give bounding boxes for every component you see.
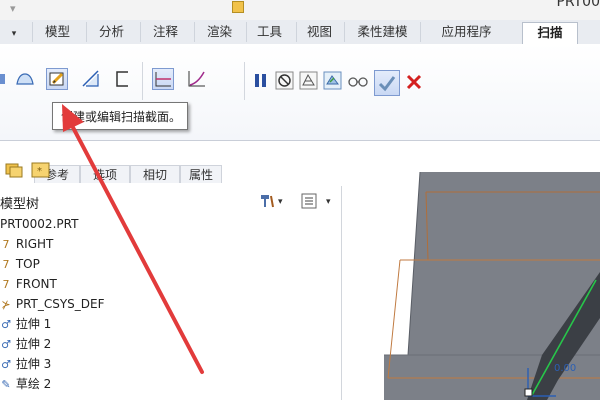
- verify-preview-button[interactable]: [322, 70, 344, 92]
- glasses-preview-button[interactable]: [346, 70, 368, 92]
- model-tree-title: 模型树: [0, 197, 40, 212]
- extrude-icon: ♂: [1, 358, 11, 371]
- separate-preview-button[interactable]: [298, 70, 320, 92]
- title-bar: ▾ PRT00: [0, 0, 600, 20]
- model-tree: PRT0002.PRT 7 RIGHT 7 TOP 7 FRONT ⊁ PRT_…: [0, 214, 342, 400]
- tree-item[interactable]: ✎ 草绘 2: [0, 374, 51, 394]
- ribbon-separator: [244, 62, 245, 100]
- tree-item[interactable]: 7 TOP: [0, 254, 40, 274]
- constant-section-icon: [155, 72, 171, 87]
- group-tangency[interactable]: 相切: [130, 165, 180, 183]
- verify-preview-icon: [323, 71, 342, 90]
- layer-tree-button[interactable]: [4, 158, 24, 180]
- tree-item-label: PRT0002.PRT: [0, 217, 79, 231]
- file-menu-dropdown[interactable]: ▾: [0, 22, 28, 42]
- tree-item[interactable]: 7 FRONT: [0, 274, 57, 294]
- pause-icon: [255, 74, 266, 87]
- folder-icon[interactable]: [232, 1, 244, 13]
- solid-icon: [0, 74, 5, 84]
- tree-item-label: 拉伸 3: [15, 357, 52, 371]
- tree-item-label: FRONT: [15, 277, 57, 291]
- sketch-section-button[interactable]: [46, 68, 68, 90]
- solid-sweep-button[interactable]: [0, 68, 6, 90]
- variable-section-button[interactable]: [186, 68, 208, 90]
- settings-tools-icon[interactable]: ▾: [258, 192, 288, 213]
- tooltip: 创建或编辑扫描截面。: [52, 102, 188, 130]
- datum-plane-icon: 7: [2, 238, 10, 251]
- pause-button[interactable]: [250, 70, 272, 92]
- chevron-down-icon: ▾: [11, 29, 17, 39]
- tab-applications[interactable]: 应用程序: [420, 22, 512, 42]
- remove-material-button[interactable]: [80, 68, 102, 90]
- variable-section-icon: [188, 71, 205, 87]
- no-preview-button[interactable]: [274, 70, 296, 92]
- remove-material-icon: [82, 70, 99, 87]
- tab-render[interactable]: 渲染: [194, 22, 244, 42]
- svg-text:▾: ▾: [326, 197, 331, 207]
- tree-item[interactable]: PRT0002.PRT: [0, 214, 78, 234]
- tree-item-label: 拉伸 1: [15, 317, 52, 331]
- surface-icon: [16, 73, 34, 85]
- datum-plane-icon: 7: [2, 258, 10, 271]
- tree-item-label: RIGHT: [15, 237, 54, 251]
- folders-icon: [5, 163, 23, 178]
- group-properties[interactable]: 属性: [180, 165, 222, 183]
- ok-button[interactable]: [374, 70, 400, 96]
- tree-item[interactable]: ♂ 拉伸 1: [0, 314, 51, 334]
- tab-sweep[interactable]: 扫描: [522, 22, 578, 45]
- tab-analysis[interactable]: 分析: [86, 22, 136, 42]
- preview-mesh-icon: [299, 71, 318, 90]
- ribbon-tabbar: ▾ 模型 分析 注释 渲染 工具 视图 柔性建模 应用程序 扫描: [0, 20, 600, 45]
- svg-text:*: *: [37, 166, 42, 177]
- ribbon-separator: [142, 62, 143, 100]
- tree-item[interactable]: ♂ 拉伸 2: [0, 334, 51, 354]
- dimension-value[interactable]: 0.00: [554, 363, 576, 374]
- tree-item[interactable]: ♂ 拉伸 3: [0, 354, 51, 374]
- tree-item[interactable]: 7 RIGHT: [0, 234, 54, 254]
- glasses-icon: [348, 77, 368, 87]
- svg-text:▾: ▾: [278, 197, 283, 207]
- tab-tools[interactable]: 工具: [246, 22, 292, 42]
- close-icon: [406, 74, 422, 90]
- part-3d-view: 0.00: [384, 171, 600, 400]
- thicken-icon: [116, 71, 128, 87]
- sketch-icon: ✎: [1, 378, 11, 391]
- csys-icon: ⊁: [1, 298, 11, 311]
- new-folder-button[interactable]: *: [30, 158, 50, 180]
- tree-item[interactable]: ⊁ PRT_CSYS_DEF: [0, 294, 105, 314]
- surface-sweep-button[interactable]: [14, 68, 36, 90]
- model-tree-header: 模型树 ▾ ▾: [0, 188, 342, 214]
- show-list-icon[interactable]: ▾: [300, 192, 340, 213]
- group-options[interactable]: 选项: [80, 165, 130, 183]
- window-title: PRT00: [556, 0, 600, 10]
- folder-star-icon: *: [31, 162, 50, 178]
- tree-item-label: TOP: [15, 257, 40, 271]
- checkmark-icon: [378, 76, 396, 92]
- sketch-edit-icon: [49, 72, 64, 86]
- graphics-viewport[interactable]: 0.00: [342, 150, 600, 400]
- extrude-icon: ♂: [1, 338, 11, 351]
- cancel-button[interactable]: [404, 72, 426, 94]
- extrude-icon: ♂: [1, 318, 11, 331]
- tree-item-label: PRT_CSYS_DEF: [15, 297, 105, 311]
- no-preview-icon: [275, 71, 294, 90]
- tab-annotate[interactable]: 注释: [140, 22, 190, 42]
- tab-view[interactable]: 视图: [296, 22, 342, 42]
- tree-item-label: 草绘 2: [15, 377, 52, 391]
- tab-model[interactable]: 模型: [32, 22, 82, 42]
- constant-section-button[interactable]: [152, 68, 174, 90]
- tab-flexible-modeling[interactable]: 柔性建模: [344, 22, 420, 42]
- tree-item-label: 拉伸 2: [15, 337, 52, 351]
- datum-plane-icon: 7: [2, 278, 10, 291]
- title-icons: ▾: [10, 2, 16, 15]
- thicken-button[interactable]: [112, 68, 134, 90]
